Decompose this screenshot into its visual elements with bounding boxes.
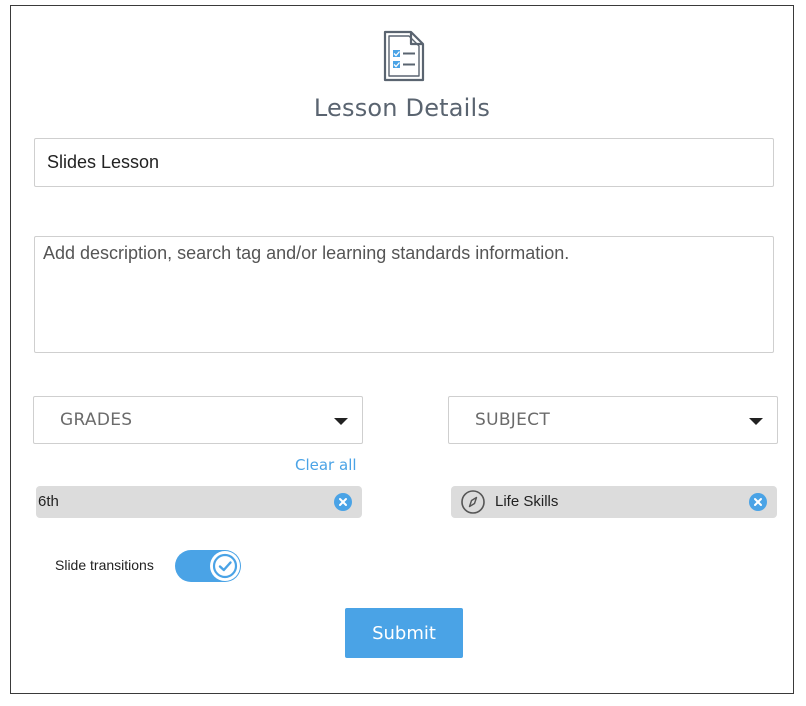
remove-grade-icon[interactable] <box>334 493 352 511</box>
submit-button[interactable]: Submit <box>345 608 463 658</box>
lesson-details-dialog: Lesson Details GRADES SUBJECT Clear all … <box>10 5 794 694</box>
description-textarea[interactable] <box>34 236 774 353</box>
slide-transitions-label: Slide transitions <box>55 557 154 573</box>
page-title: Lesson Details <box>313 94 491 122</box>
grades-dropdown-label: GRADES <box>60 410 133 430</box>
toggle-knob <box>210 551 240 581</box>
slide-transitions-toggle[interactable] <box>175 550 241 582</box>
chevron-down-icon <box>749 418 763 425</box>
subject-dropdown-label: SUBJECT <box>475 410 551 430</box>
subject-chip-label: Life Skills <box>495 493 559 510</box>
lesson-name-input[interactable] <box>34 138 774 187</box>
compass-icon <box>460 489 486 515</box>
grade-chip-label: 6th <box>38 493 59 510</box>
remove-subject-icon[interactable] <box>749 493 767 511</box>
check-icon <box>212 553 238 579</box>
clear-all-grades-link[interactable]: Clear all <box>295 456 357 474</box>
subject-dropdown[interactable]: SUBJECT <box>448 396 778 444</box>
grade-chip: 6th <box>36 486 362 518</box>
subject-chip: Life Skills <box>451 486 777 518</box>
chevron-down-icon <box>334 418 348 425</box>
checklist-document-icon <box>379 28 429 84</box>
grades-dropdown[interactable]: GRADES <box>33 396 363 444</box>
